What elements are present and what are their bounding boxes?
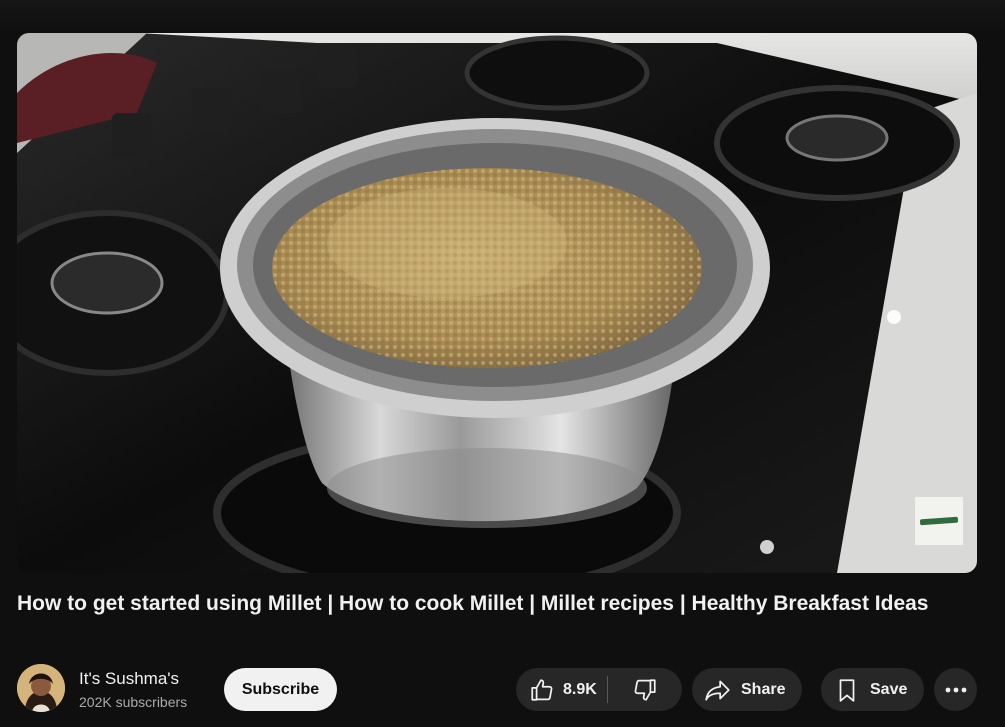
like-count: 8.9K	[563, 680, 597, 698]
video-title: How to get started using Millet | How to…	[17, 592, 929, 615]
video-player[interactable]	[17, 33, 977, 573]
share-arrow-icon	[704, 677, 732, 703]
more-actions-button[interactable]	[934, 668, 977, 711]
save-button[interactable]: Save	[821, 668, 924, 711]
bookmark-icon	[834, 677, 860, 703]
channel-name[interactable]: It's Sushma's	[79, 669, 179, 689]
subscribe-button[interactable]: Subscribe	[224, 668, 337, 711]
channel-avatar[interactable]	[17, 664, 65, 712]
share-button[interactable]: Share	[692, 668, 802, 711]
share-label: Share	[741, 680, 786, 698]
top-gradient	[0, 0, 1005, 34]
save-label: Save	[870, 680, 908, 698]
like-button[interactable]: 8.9K	[516, 668, 607, 711]
video-frame	[17, 33, 977, 573]
more-dots-icon	[945, 687, 967, 693]
thumbs-down-icon	[632, 677, 658, 703]
thumbs-up-icon	[529, 677, 555, 703]
dislike-button[interactable]	[608, 668, 682, 711]
channel-watermark[interactable]	[915, 497, 963, 545]
subscriber-count: 202K subscribers	[79, 694, 188, 710]
like-dislike-group: 8.9K	[516, 668, 682, 711]
